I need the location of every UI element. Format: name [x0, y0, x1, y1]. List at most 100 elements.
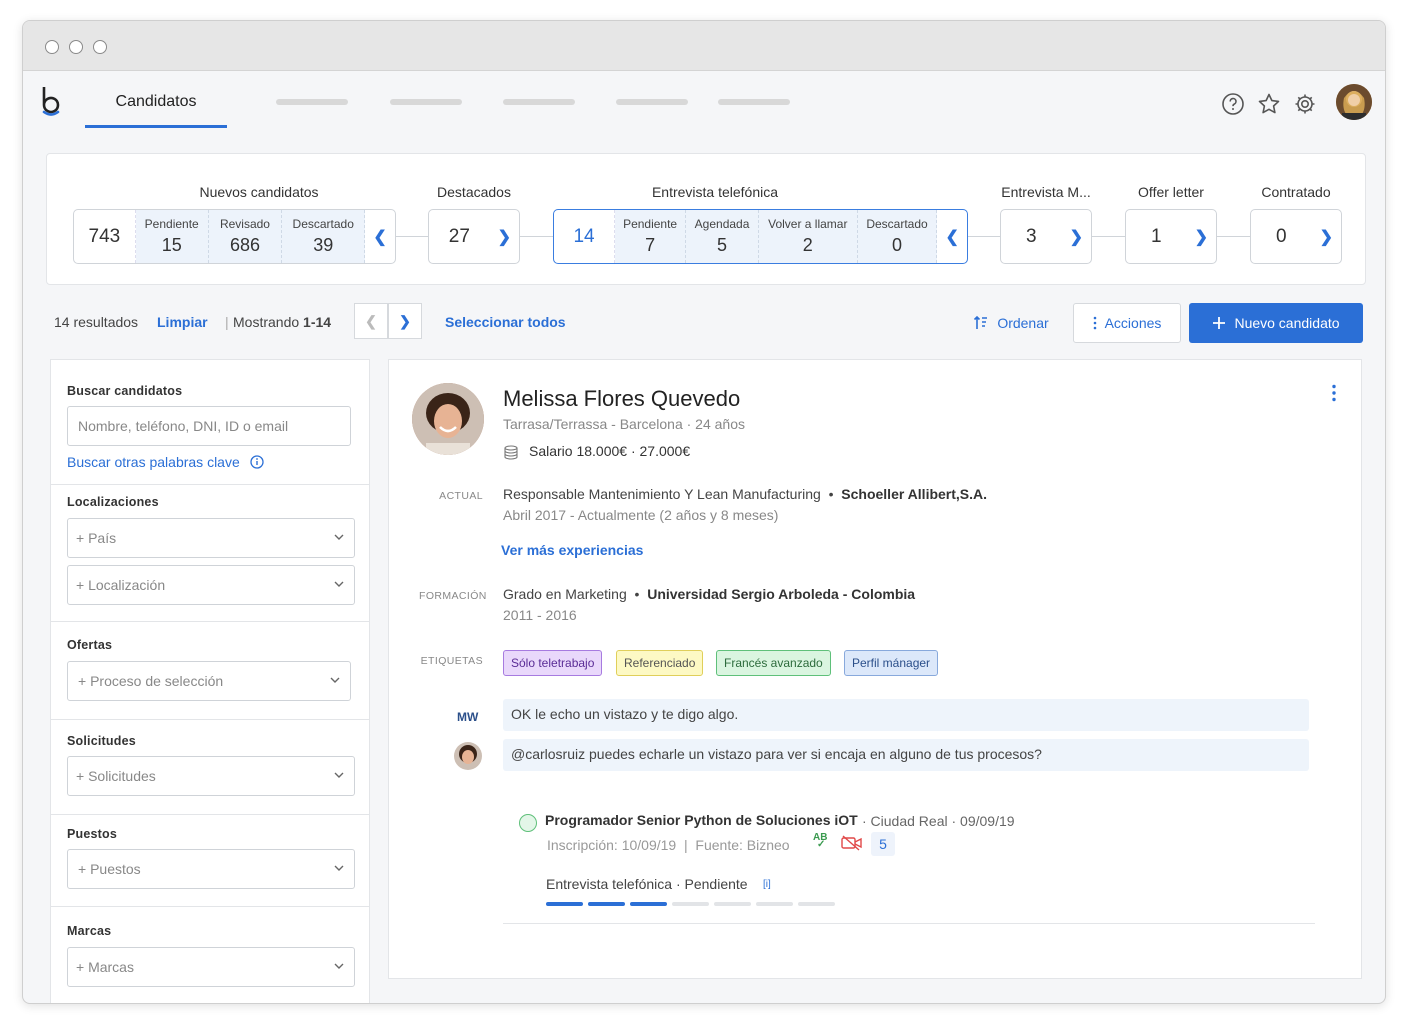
country-select[interactable]: + País	[67, 518, 355, 558]
chevron-down-icon	[334, 581, 344, 587]
filter-brands-section: Marcas + Marcas	[51, 907, 369, 1003]
tag-chip[interactable]: Francés avanzado	[716, 650, 831, 676]
stage-contratado-box[interactable]: 0 ❯	[1250, 209, 1342, 264]
collapse-chevron-left-icon[interactable]: ❮	[365, 210, 395, 263]
actions-label: Acciones	[1104, 315, 1162, 331]
search-input[interactable]: Nombre, teléfono, DNI, ID o email	[67, 406, 351, 446]
select-value: + Puestos	[78, 861, 141, 877]
info-icon[interactable]	[250, 455, 264, 469]
tag-chip[interactable]: Perfil mánager	[844, 650, 939, 676]
education-dates: 2011 - 2016	[503, 607, 577, 623]
progress-segment	[546, 902, 583, 906]
tags-label: ETIQUETAS	[420, 655, 483, 667]
positions-select[interactable]: + Puestos	[67, 849, 355, 889]
star-icon[interactable]	[1257, 92, 1281, 116]
stage-connector	[968, 236, 1000, 237]
more-vertical-icon[interactable]	[1331, 384, 1337, 402]
window-close-button[interactable]	[45, 40, 59, 54]
stage-offer-letter-box[interactable]: 1 ❯	[1125, 209, 1217, 264]
showing-range: 1-14	[303, 314, 332, 330]
status-info-link[interactable]: [i]	[763, 879, 771, 890]
substage[interactable]: Pendiente 7	[615, 210, 687, 263]
comments-count-badge[interactable]: 5	[871, 832, 895, 856]
stage-nuevos-box[interactable]: 743 Pendiente 15 Revisado 686 Descartado 39…	[73, 209, 396, 264]
new-candidate-button[interactable]: Nuevo candidato	[1189, 303, 1363, 343]
substage[interactable]: Agendada 5	[686, 210, 760, 263]
inscription-date: Inscripción: 10/09/19	[547, 837, 677, 853]
select-all-link[interactable]: Seleccionar todos	[445, 314, 566, 330]
expand-chevron-right-icon[interactable]: ❯	[1062, 210, 1091, 263]
tab-placeholder[interactable]	[718, 99, 790, 105]
results-count: 14 resultados	[54, 314, 139, 330]
video-off-icon[interactable]	[841, 835, 863, 851]
requests-select[interactable]: + Solicitudes	[67, 756, 355, 796]
tag-chip[interactable]: Referenciado	[616, 650, 704, 676]
expand-chevron-right-icon[interactable]: ❯	[1312, 210, 1341, 263]
application-inscription: Inscripción: 10/09/19 | Fuente: Bizneo	[547, 837, 790, 853]
gear-icon[interactable]	[1293, 92, 1317, 116]
stage-title: Nuevos candidatos	[199, 184, 319, 200]
stage-entrevista-telefonica-box[interactable]: 14 Pendiente 7 Agendada 5 Volver a llamar 2…	[553, 209, 968, 264]
substage[interactable]: Volver a llamar 2	[759, 210, 858, 263]
window-minimize-button[interactable]	[69, 40, 83, 54]
tab-placeholder[interactable]	[616, 99, 688, 105]
more-experiences-link[interactable]: Ver más experiencias	[501, 542, 643, 558]
prev-page-button[interactable]: ❮	[354, 303, 388, 339]
stage-total[interactable]: 27	[429, 210, 490, 263]
candidate-location: Tarrasa/Terrassa - Barcelona · 24 años	[503, 416, 745, 432]
substage[interactable]: Descartado 39	[282, 210, 366, 263]
selection-process-select[interactable]: + Proceso de selección	[67, 661, 351, 701]
tab-placeholder[interactable]	[276, 99, 348, 105]
substage-label: Pendiente	[623, 217, 678, 231]
results-toolbar: 14 resultados Limpiar | Mostrando 1-14 ❮…	[53, 303, 1363, 343]
stage-destacados-box[interactable]: 27 ❯	[428, 209, 520, 264]
application-title[interactable]: Programador Senior Python de Soluciones …	[545, 812, 858, 828]
stage-entrevista-m-box[interactable]: 3 ❯	[1000, 209, 1092, 264]
select-value: + Proceso de selección	[78, 673, 224, 689]
expand-chevron-right-icon[interactable]: ❯	[1187, 210, 1216, 263]
bizneo-logo-icon[interactable]	[41, 85, 63, 117]
more-keywords-label: Buscar otras palabras clave	[67, 454, 240, 470]
stage-total[interactable]: 743	[74, 210, 136, 263]
more-keywords-link[interactable]: Buscar otras palabras clave	[67, 454, 264, 470]
substage[interactable]: Pendiente 15	[135, 210, 209, 263]
tag-chip[interactable]: Sólo teletrabajo	[503, 650, 603, 676]
substage-value: 15	[161, 235, 182, 255]
collapse-chevron-left-icon[interactable]: ❮	[937, 210, 967, 263]
brands-select[interactable]: + Marcas	[67, 947, 355, 987]
progress-segment	[798, 902, 835, 906]
plus-icon	[1213, 317, 1226, 329]
progress-segment	[588, 902, 625, 906]
stage-total[interactable]: 14	[554, 210, 616, 263]
window-maximize-button[interactable]	[93, 40, 107, 54]
clear-filters-link[interactable]: Limpiar	[157, 314, 208, 330]
select-value: + Solicitudes	[76, 768, 156, 784]
status-circle-icon	[519, 814, 537, 832]
progress-segment	[756, 902, 793, 906]
progress-segment	[672, 902, 709, 906]
next-page-button[interactable]: ❯	[388, 303, 422, 339]
location-select[interactable]: + Localización	[67, 565, 355, 605]
ab-check-icon[interactable]: AB ✓	[813, 832, 827, 854]
sort-button[interactable]: Ordenar	[961, 303, 1061, 343]
candidate-photo[interactable]	[412, 383, 484, 455]
money-icon	[504, 445, 518, 460]
stage-total[interactable]: 3	[1001, 210, 1062, 263]
candidate-name: Melissa Flores Quevedo	[503, 386, 741, 411]
substage-value: 686	[229, 235, 260, 255]
tab-placeholder[interactable]	[503, 99, 575, 105]
help-icon[interactable]	[1221, 92, 1245, 116]
tab-placeholder[interactable]	[390, 99, 462, 105]
substage-value: 39	[313, 235, 334, 255]
expand-chevron-right-icon[interactable]: ❯	[490, 210, 519, 263]
user-avatar[interactable]	[1336, 84, 1372, 120]
substage[interactable]: Revisado 686	[208, 210, 283, 263]
stage-title: Entrevista M...	[1001, 184, 1091, 200]
substage[interactable]: Descartado 0	[857, 210, 938, 263]
tab-candidatos[interactable]: Candidatos	[85, 71, 227, 128]
chevron-down-icon	[334, 865, 344, 871]
actions-button[interactable]: Acciones	[1073, 303, 1181, 343]
stage-total[interactable]: 1	[1126, 210, 1187, 263]
filter-search-section: Buscar candidatos Nombre, teléfono, DNI,…	[51, 360, 369, 485]
stage-total[interactable]: 0	[1251, 210, 1312, 263]
